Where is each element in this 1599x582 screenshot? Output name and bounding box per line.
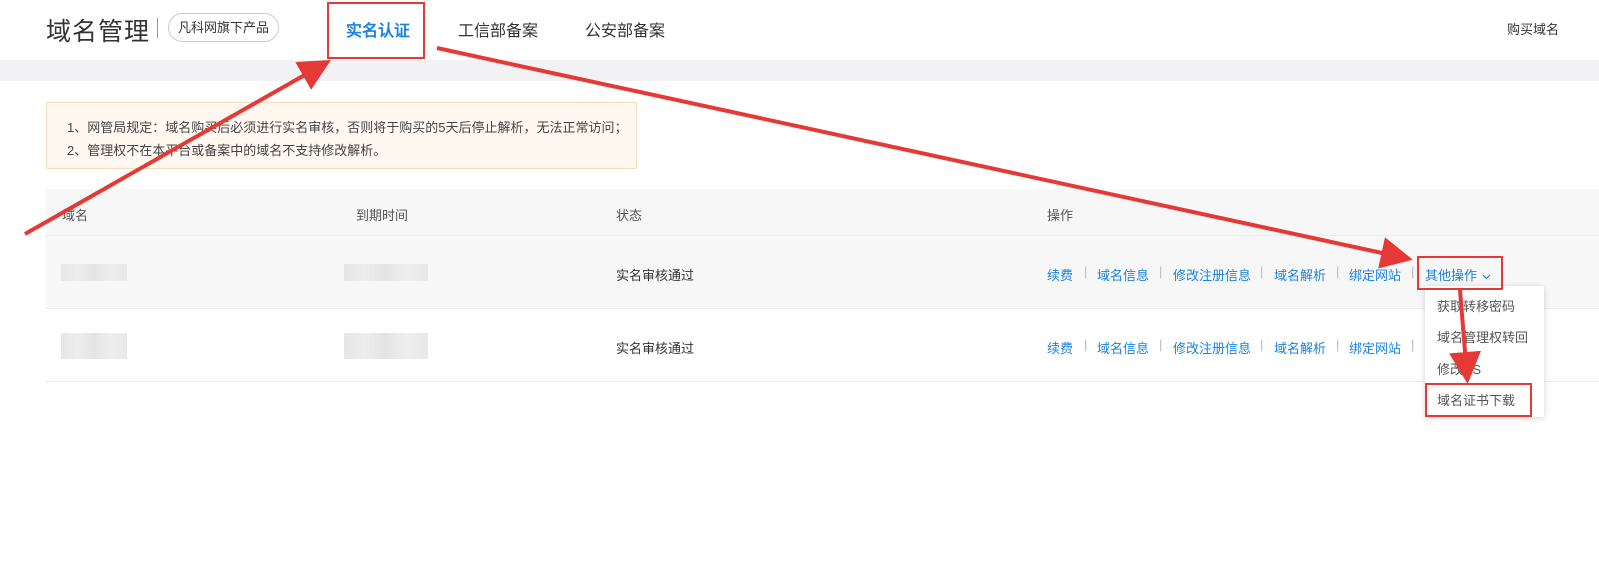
edit-registration-link[interactable]: 修改注册信息 <box>1173 338 1251 357</box>
notice-box: 1、网管局规定：域名购买后必须进行实名审核，否则将于购买的5天后停止解析，无法正… <box>46 102 637 169</box>
page-title: 域名管理 <box>46 18 151 46</box>
more-actions-dropdown: 获取转移密码 域名管理权转回 修改NS 域名证书下载 <box>1425 286 1544 417</box>
separator: | <box>1336 337 1340 352</box>
separator: | <box>1084 264 1088 279</box>
product-badge: 凡科网旗下产品 <box>168 13 280 42</box>
buy-domain-link[interactable]: 购买域名 <box>1507 19 1559 38</box>
top-header: 域名管理 凡科网旗下产品 实名认证 工信部备案 公安部备案 购买域名 <box>0 0 1599 60</box>
renew-link[interactable]: 续费 <box>1047 265 1073 284</box>
column-status: 状态 <box>616 208 643 223</box>
column-domain: 域名 <box>62 208 89 223</box>
more-actions-label: 其他操作 <box>1425 268 1478 283</box>
title-divider <box>157 18 158 38</box>
bind-website-link[interactable]: 绑定网站 <box>1349 338 1401 357</box>
more-actions-button[interactable]: 其他操作 <box>1425 265 1491 284</box>
notice-line: 2、管理权不在本平台或备案中的域名不支持修改解析。 <box>67 143 387 158</box>
column-actions: 操作 <box>1047 208 1074 223</box>
blurred-domain <box>61 333 127 359</box>
separator: | <box>1411 337 1415 352</box>
menu-item-certificate-download[interactable]: 域名证书下载 <box>1437 390 1515 409</box>
dns-resolve-link[interactable]: 域名解析 <box>1274 338 1326 357</box>
domain-info-link[interactable]: 域名信息 <box>1097 338 1149 357</box>
separator: | <box>1336 264 1340 279</box>
dns-resolve-link[interactable]: 域名解析 <box>1274 265 1326 284</box>
separator: | <box>1260 337 1264 352</box>
separator: | <box>1159 264 1163 279</box>
header-divider-band <box>0 60 1599 81</box>
blurred-expiry-date <box>344 333 428 359</box>
chevron-down-icon <box>1482 274 1491 279</box>
status-text: 实名审核通过 <box>616 341 695 356</box>
tab-miit-filing[interactable]: 工信部备案 <box>458 17 538 41</box>
separator: | <box>1159 337 1163 352</box>
tab-police-filing[interactable]: 公安部备案 <box>585 17 665 41</box>
table-header: 域名 到期时间 状态 操作 <box>46 189 1599 236</box>
table-row: 实名审核通过 续费 | 域名信息 | 修改注册信息 | 域名解析 | 绑定网站 … <box>46 236 1599 309</box>
notice-line: 1、网管局规定：域名购买后必须进行实名审核，否则将于购买的5天后停止解析，无法正… <box>67 120 628 135</box>
blurred-expiry-date <box>344 264 428 281</box>
separator: | <box>1411 264 1415 279</box>
table-row: 实名审核通过 续费 | 域名信息 | 修改注册信息 | 域名解析 | 绑定网站 … <box>46 309 1599 382</box>
edit-registration-link[interactable]: 修改注册信息 <box>1173 265 1251 284</box>
menu-item-return-management[interactable]: 域名管理权转回 <box>1437 327 1528 346</box>
bind-website-link[interactable]: 绑定网站 <box>1349 265 1401 284</box>
column-expiry: 到期时间 <box>356 208 409 223</box>
status-text: 实名审核通过 <box>616 268 695 283</box>
menu-item-modify-ns[interactable]: 修改NS <box>1437 359 1481 378</box>
separator: | <box>1084 337 1088 352</box>
separator: | <box>1260 264 1264 279</box>
blurred-domain <box>61 264 127 281</box>
domain-info-link[interactable]: 域名信息 <box>1097 265 1149 284</box>
menu-item-get-transfer-code[interactable]: 获取转移密码 <box>1437 296 1515 315</box>
renew-link[interactable]: 续费 <box>1047 338 1073 357</box>
tab-real-name-auth[interactable]: 实名认证 <box>346 17 410 41</box>
